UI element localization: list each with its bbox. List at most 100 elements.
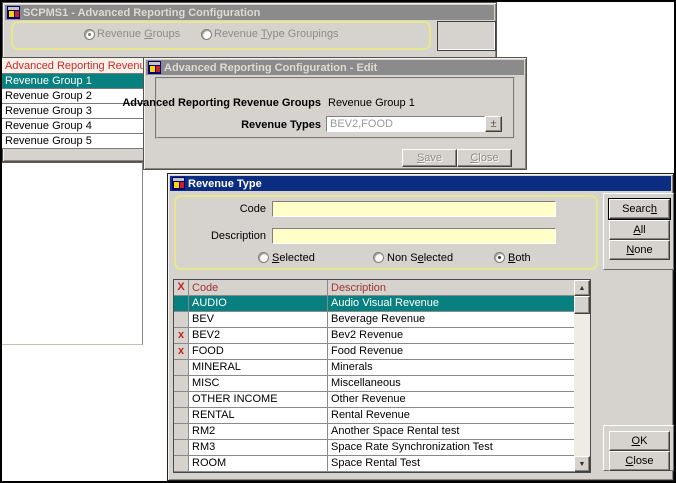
form-icon	[7, 6, 20, 19]
non-selected-radio-label: Non Selected	[387, 252, 453, 264]
revenue-groups-field-label: Advanced Reporting Revenue Groups	[122, 97, 321, 109]
revenue-groups-list: Revenue Group 1Revenue Group 2Revenue Gr…	[2, 74, 143, 149]
table-row[interactable]: xFOODFood Revenue	[174, 344, 574, 360]
revenue-type-table: X Code Description AUDIOAudio Visual Rev…	[173, 279, 591, 473]
selected-mark-empty	[174, 456, 189, 472]
selected-mark-empty	[174, 392, 189, 408]
cell-code: MINERAL	[189, 360, 328, 376]
table-row[interactable]: MINERALMinerals	[174, 360, 574, 376]
cell-description: Food Revenue	[328, 344, 574, 360]
selected-mark: x	[174, 344, 189, 360]
table-scrollbar[interactable]: ▲ ▼	[574, 280, 590, 472]
search-button[interactable]: Search	[609, 199, 670, 219]
revenue-type-groupings-radio[interactable]	[201, 29, 212, 40]
all-button[interactable]: All	[609, 220, 670, 240]
ok-close-panel: OK Close	[603, 425, 674, 471]
revenue-group-value: Revenue Group 1	[328, 97, 415, 109]
cell-code: RENTAL	[189, 408, 328, 424]
cell-description: Audio Visual Revenue	[328, 296, 574, 312]
selected-mark-empty	[174, 296, 189, 312]
cell-description: Another Space Rental test	[328, 424, 574, 440]
cell-description: Space Rate Synchronization Test	[328, 440, 574, 456]
form-icon	[172, 177, 185, 190]
cell-code: BEV	[189, 312, 328, 328]
table-row[interactable]: xBEV2Bev2 Revenue	[174, 328, 574, 344]
selected-mark: x	[174, 328, 189, 344]
list-header: Advanced Reporting Revenue Gr	[2, 58, 143, 74]
close-button[interactable]: Close	[457, 149, 512, 167]
cell-description: Bev2 Revenue	[328, 328, 574, 344]
column-header-code: Code	[189, 280, 328, 295]
empty-panel-box	[437, 21, 496, 51]
both-radio[interactable]	[494, 252, 505, 263]
selected-mark-empty	[174, 424, 189, 440]
table-row[interactable]: RM3Space Rate Synchronization Test	[174, 440, 574, 456]
table-row[interactable]: RM2Another Space Rental test	[174, 424, 574, 440]
revenue-types-field[interactable]: BEV2,FOOD	[326, 116, 485, 132]
client-area	[2, 162, 143, 345]
cell-description: Miscellaneous	[328, 376, 574, 392]
non-selected-radio[interactable]	[373, 252, 384, 263]
form-icon	[148, 61, 161, 74]
ok-button[interactable]: OK	[609, 431, 670, 451]
scroll-down-icon[interactable]: ▼	[574, 456, 590, 472]
scroll-up-icon[interactable]: ▲	[574, 280, 590, 296]
none-button[interactable]: None	[609, 240, 670, 260]
description-field-label: Description	[211, 230, 266, 242]
save-button[interactable]: Save	[402, 149, 457, 167]
list-item[interactable]: Revenue Group 5	[2, 134, 143, 149]
revenue-types-dropdown-button[interactable]: ±	[485, 116, 502, 132]
selected-mark-empty	[174, 376, 189, 392]
list-item[interactable]: Revenue Group 4	[2, 119, 143, 134]
window-title: Advanced Reporting Configuration - Edit	[164, 62, 377, 74]
revenue-type-titlebar: Revenue Type	[170, 176, 671, 191]
column-header-x: X	[174, 280, 189, 295]
scpms1-titlebar: SCPMS1 - Advanced Reporting Configuratio…	[5, 5, 494, 20]
revenue-types-field-label: Revenue Types	[241, 119, 321, 131]
cell-description: Rental Revenue	[328, 408, 574, 424]
cell-code: AUDIO	[189, 296, 328, 312]
selected-radio[interactable]	[258, 252, 269, 263]
close-button[interactable]: Close	[609, 451, 670, 471]
cell-code: RM3	[189, 440, 328, 456]
selected-mark-empty	[174, 408, 189, 424]
cell-description: Space Rental Test	[328, 456, 574, 472]
column-header-description: Description	[328, 280, 574, 295]
selected-mark-empty	[174, 312, 189, 328]
cell-description: Beverage Revenue	[328, 312, 574, 328]
window-title: Revenue Type	[188, 178, 262, 190]
description-input[interactable]	[272, 228, 556, 244]
scrollbar-thumb[interactable]	[574, 296, 590, 314]
selected-radio-label: Selected	[272, 252, 315, 264]
selected-mark-empty	[174, 360, 189, 376]
cell-code: MISC	[189, 376, 328, 392]
table-row[interactable]: BEVBeverage Revenue	[174, 312, 574, 328]
table-row[interactable]: OTHER INCOMEOther Revenue	[174, 392, 574, 408]
table-row[interactable]: RENTALRental Revenue	[174, 408, 574, 424]
table-row[interactable]: MISCMiscellaneous	[174, 376, 574, 392]
selected-mark-empty	[174, 440, 189, 456]
code-field-label: Code	[240, 203, 266, 215]
list-item[interactable]: Revenue Group 1	[2, 74, 143, 89]
edit-titlebar: Advanced Reporting Configuration - Edit	[146, 60, 524, 75]
revenue-type-groupings-radio-label: Revenue Type Groupings	[214, 28, 339, 40]
cell-code: OTHER INCOME	[189, 392, 328, 408]
table-row[interactable]: AUDIOAudio Visual Revenue	[174, 296, 574, 312]
table-body: AUDIOAudio Visual RevenueBEVBeverage Rev…	[174, 296, 574, 472]
both-radio-label: Both	[508, 252, 531, 264]
code-input[interactable]	[272, 201, 556, 217]
window-revenue-type: Revenue Type Code Description Selected N…	[167, 173, 674, 481]
table-header-row: X Code Description	[174, 280, 574, 296]
cell-code: RM2	[189, 424, 328, 440]
screen: SCPMS1 - Advanced Reporting Configuratio…	[0, 0, 676, 483]
window-edit: Advanced Reporting Configuration - Edit …	[143, 57, 527, 170]
revenue-groups-radio[interactable]	[84, 29, 95, 40]
cell-description: Minerals	[328, 360, 574, 376]
cell-code: FOOD	[189, 344, 328, 360]
cell-code: BEV2	[189, 328, 328, 344]
search-buttons-panel: Search All None	[603, 193, 674, 270]
table-row[interactable]: ROOMSpace Rental Test	[174, 456, 574, 472]
cell-code: ROOM	[189, 456, 328, 472]
revenue-groups-radio-label: Revenue Groups	[97, 28, 180, 40]
window-title: SCPMS1 - Advanced Reporting Configuratio…	[23, 7, 260, 19]
